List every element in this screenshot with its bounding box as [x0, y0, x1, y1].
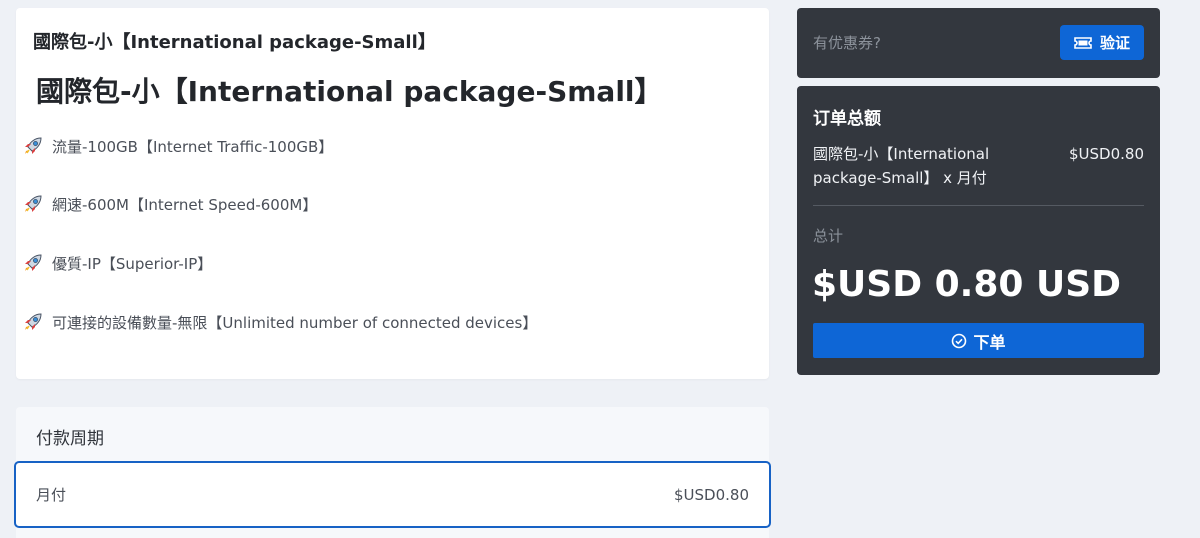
- order-label: 下单: [973, 332, 1006, 352]
- summary-title: 订单总额: [813, 109, 881, 129]
- verify-coupon-button[interactable]: 验证: [1060, 25, 1144, 60]
- ticket-icon: [1074, 36, 1092, 49]
- feature-item: 優質-IP【Superior-IP】: [21, 251, 212, 275]
- billing-option-monthly[interactable]: 月付 $USD0.80: [14, 461, 771, 528]
- billing-cycle-header: 付款周期: [36, 429, 104, 449]
- feature-text: 網速-600M【Internet Speed-600M】: [52, 195, 318, 214]
- product-title: 國際包-小【International package-Small】: [36, 75, 663, 108]
- place-order-button[interactable]: 下单: [813, 323, 1144, 358]
- feature-item: 流量-100GB【Internet Traffic-100GB】: [21, 134, 333, 158]
- billing-option-label: 月付: [36, 486, 67, 504]
- feature-text: 流量-100GB【Internet Traffic-100GB】: [52, 137, 334, 156]
- feature-text: 優質-IP【Superior-IP】: [52, 254, 213, 273]
- rocket-icon: [25, 137, 42, 154]
- rocket-icon: [25, 313, 42, 330]
- total-amount: $USD 0.80 USD: [812, 264, 1122, 305]
- verify-label: 验证: [1099, 34, 1130, 52]
- feature-text: 可連接的設備數量-無限【Unlimited number of connecte…: [52, 313, 538, 332]
- rocket-icon: [25, 195, 42, 212]
- summary-divider: [813, 205, 1144, 206]
- feature-item: 可連接的設備數量-無限【Unlimited number of connecte…: [21, 310, 537, 334]
- feature-item: 網速-600M【Internet Speed-600M】: [21, 192, 317, 216]
- total-label: 总计: [813, 227, 844, 245]
- product-small-title: 國際包-小【International package-Small】: [33, 32, 436, 53]
- coupon-box: 验证: [797, 8, 1160, 78]
- summary-item-price: $USD0.80: [1069, 145, 1144, 163]
- coupon-input[interactable]: [813, 34, 1033, 52]
- order-summary: 订单总额 國際包-小【International package-Small】 …: [797, 86, 1160, 375]
- rocket-icon: [25, 254, 42, 271]
- check-circle-icon: [952, 333, 967, 348]
- billing-option-price: $USD0.80: [674, 485, 749, 504]
- summary-item-name: 國際包-小【International package-Small】 x 月付: [813, 145, 990, 187]
